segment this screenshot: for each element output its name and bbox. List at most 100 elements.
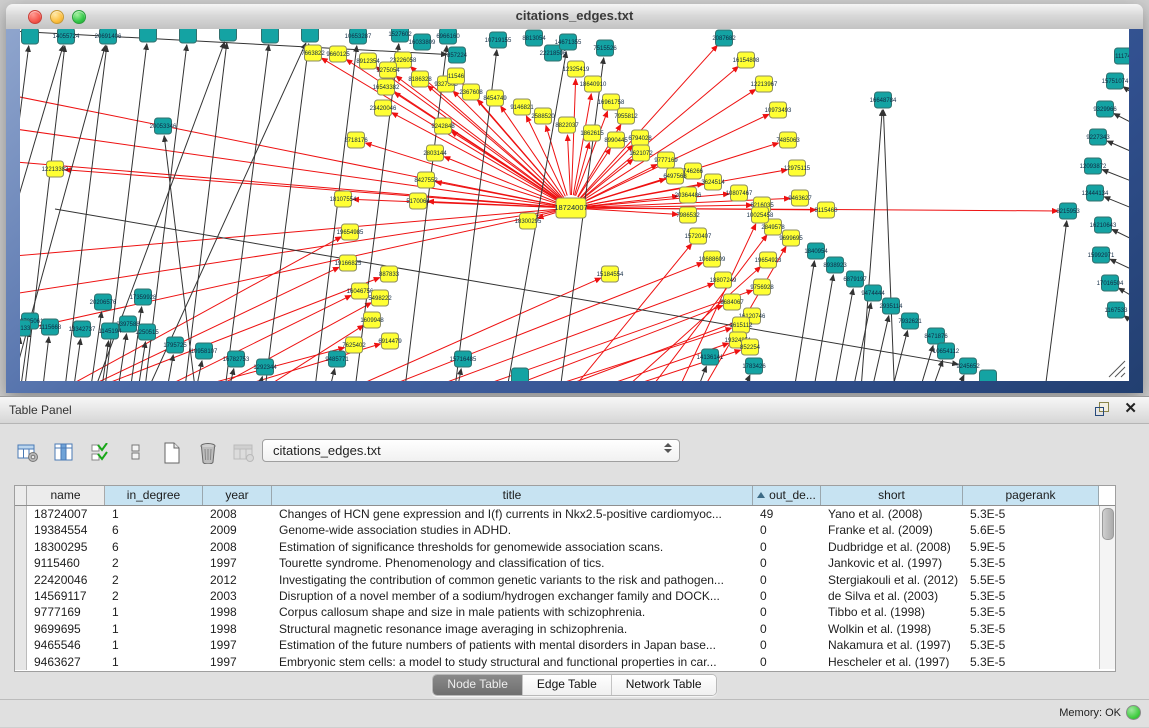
table-cell[interactable]: 0 [753, 522, 821, 538]
column-header-year[interactable]: year [203, 486, 272, 505]
network-edge[interactable] [260, 44, 309, 381]
table-row[interactable]: 969969511998Structural magnetic resonanc… [15, 621, 1115, 637]
table-cell[interactable]: 2 [105, 572, 203, 588]
table-cell[interactable]: 5.9E-5 [963, 539, 1099, 555]
table-cell[interactable]: 49 [753, 506, 821, 522]
table-cell[interactable]: Jankovic et al. (1997) [821, 555, 963, 571]
table-cell[interactable]: 19384554 [27, 522, 105, 538]
network-node[interactable]: 7986532 [676, 207, 700, 223]
table-cell[interactable]: 18300295 [27, 539, 105, 555]
network-edge[interactable] [180, 43, 227, 381]
network-node[interactable]: 6914479 [378, 333, 402, 349]
table-row[interactable]: 1456911722003Disruption of a novel membe… [15, 588, 1115, 604]
network-edge[interactable] [1110, 259, 1129, 275]
network-node[interactable]: 9275054 [376, 62, 400, 78]
table-cell[interactable]: Dudbridge et al. (2008) [821, 539, 963, 555]
column-header-name[interactable]: name [27, 486, 105, 505]
network-node[interactable]: 6794028 [628, 130, 652, 146]
network-node[interactable]: 5498222 [368, 290, 392, 306]
network-node[interactable]: 16210643 [1090, 217, 1117, 233]
network-node[interactable]: 15751074 [1102, 73, 1129, 89]
network-node[interactable]: 8186328 [408, 71, 432, 87]
network-node[interactable] [220, 29, 237, 41]
network-node[interactable]: 2367608 [459, 84, 483, 100]
network-node[interactable]: 10688609 [699, 251, 726, 267]
network-node[interactable]: 857224 [447, 47, 468, 63]
table-cell[interactable]: 2009 [203, 522, 272, 538]
table-cell[interactable]: Investigating the contribution of common… [272, 572, 753, 588]
column-header-in_degree[interactable]: in_degree [105, 486, 203, 505]
network-node[interactable]: 18724007 [554, 198, 587, 218]
network-edge[interactable] [883, 110, 896, 381]
network-node[interactable]: 20053346 [150, 118, 177, 134]
network-edge[interactable] [546, 126, 567, 196]
table-cell[interactable]: 5.5E-5 [963, 572, 1099, 588]
table-cell[interactable]: 9465546 [27, 637, 105, 653]
table-cell[interactable]: 1997 [203, 555, 272, 571]
network-node[interactable]: 2935114 [880, 298, 904, 314]
network-node[interactable]: 7955812 [614, 108, 638, 124]
network-edge[interactable] [908, 346, 933, 381]
network-node[interactable] [980, 370, 997, 381]
table-cell[interactable]: 18724007 [27, 506, 105, 522]
table-row[interactable]: 1872400712008Changes of HCN gene express… [15, 506, 1115, 522]
table-cell[interactable]: Corpus callosum shape and size in male p… [272, 604, 753, 620]
network-edge[interactable] [1102, 170, 1129, 186]
network-edge[interactable] [567, 135, 570, 195]
table-row[interactable]: 946554611997Estimation of the future num… [15, 637, 1115, 653]
table-cell[interactable]: 1 [105, 506, 203, 522]
network-node[interactable]: 15720407 [685, 228, 712, 244]
table-row[interactable]: 1830029562008Estimation of significance … [15, 539, 1115, 555]
network-node[interactable]: 9242848 [431, 118, 455, 134]
network-edge[interactable] [726, 375, 750, 381]
network-node[interactable]: 7485063 [776, 132, 800, 148]
table-cell[interactable]: 0 [753, 621, 821, 637]
network-node[interactable]: 10958107 [191, 343, 218, 359]
network-edge[interactable] [1119, 288, 1129, 303]
network-edge[interactable] [260, 278, 601, 381]
table-cell[interactable]: 14569117 [27, 588, 105, 604]
network-node[interactable]: 887833 [379, 266, 400, 282]
network-node[interactable]: 17359928 [130, 289, 157, 305]
network-node[interactable]: 1250515 [135, 324, 159, 340]
table-cell[interactable]: 5.3E-5 [963, 555, 1099, 571]
table-cell[interactable]: Stergiakouli et al. (2012) [821, 572, 963, 588]
network-node[interactable]: 39133 [20, 320, 31, 336]
network-edge[interactable] [112, 334, 126, 381]
table-cell[interactable]: 5.3E-5 [963, 654, 1099, 670]
network-node[interactable] [180, 29, 197, 43]
network-edge[interactable] [400, 306, 723, 381]
table-vertical-scrollbar[interactable] [1099, 506, 1115, 669]
table-cell[interactable]: de Silva et al. (2003) [821, 588, 963, 604]
network-node[interactable]: 1862615 [580, 125, 604, 141]
network-node[interactable]: 20691406 [95, 29, 122, 44]
network-node[interactable]: 8822037 [555, 117, 579, 133]
network-edge[interactable] [540, 244, 692, 381]
column-header-out_de[interactable]: out_de... [753, 486, 821, 505]
table-cell[interactable]: 5.3E-5 [963, 604, 1099, 620]
select-columns-icon[interactable] [88, 441, 112, 465]
network-edge[interactable] [1107, 141, 1129, 157]
network-edge[interactable] [555, 58, 604, 381]
network-edge[interactable] [940, 375, 964, 381]
network-node[interactable]: 5170064 [406, 193, 430, 209]
network-node[interactable]: 18807249 [710, 272, 737, 288]
table-cell[interactable]: 0 [753, 637, 821, 653]
network-node[interactable]: 9699695 [779, 230, 803, 246]
network-node[interactable]: 1145194 [99, 323, 123, 339]
network-node[interactable]: 16648784 [870, 92, 897, 108]
network-edge[interactable] [20, 159, 557, 207]
table-cell[interactable]: 5.3E-5 [963, 506, 1099, 522]
network-node[interactable]: 8454749 [483, 90, 507, 106]
network-node[interactable]: 8990445 [604, 132, 628, 148]
table-cell[interactable]: 1997 [203, 637, 272, 653]
network-node[interactable]: 12444134 [1082, 185, 1109, 201]
table-cell[interactable]: Estimation of significance thresholds fo… [272, 539, 753, 555]
network-node[interactable]: 7663822 [301, 45, 325, 61]
network-node[interactable]: 2588520 [531, 108, 555, 124]
window-titlebar[interactable]: citations_edges.txt [6, 4, 1143, 30]
table-cell[interactable]: Hescheler et al. (1997) [821, 654, 963, 670]
network-edge[interactable] [581, 159, 633, 200]
table-cell[interactable]: 0 [753, 572, 821, 588]
network-node[interactable]: 16033809 [409, 34, 436, 50]
